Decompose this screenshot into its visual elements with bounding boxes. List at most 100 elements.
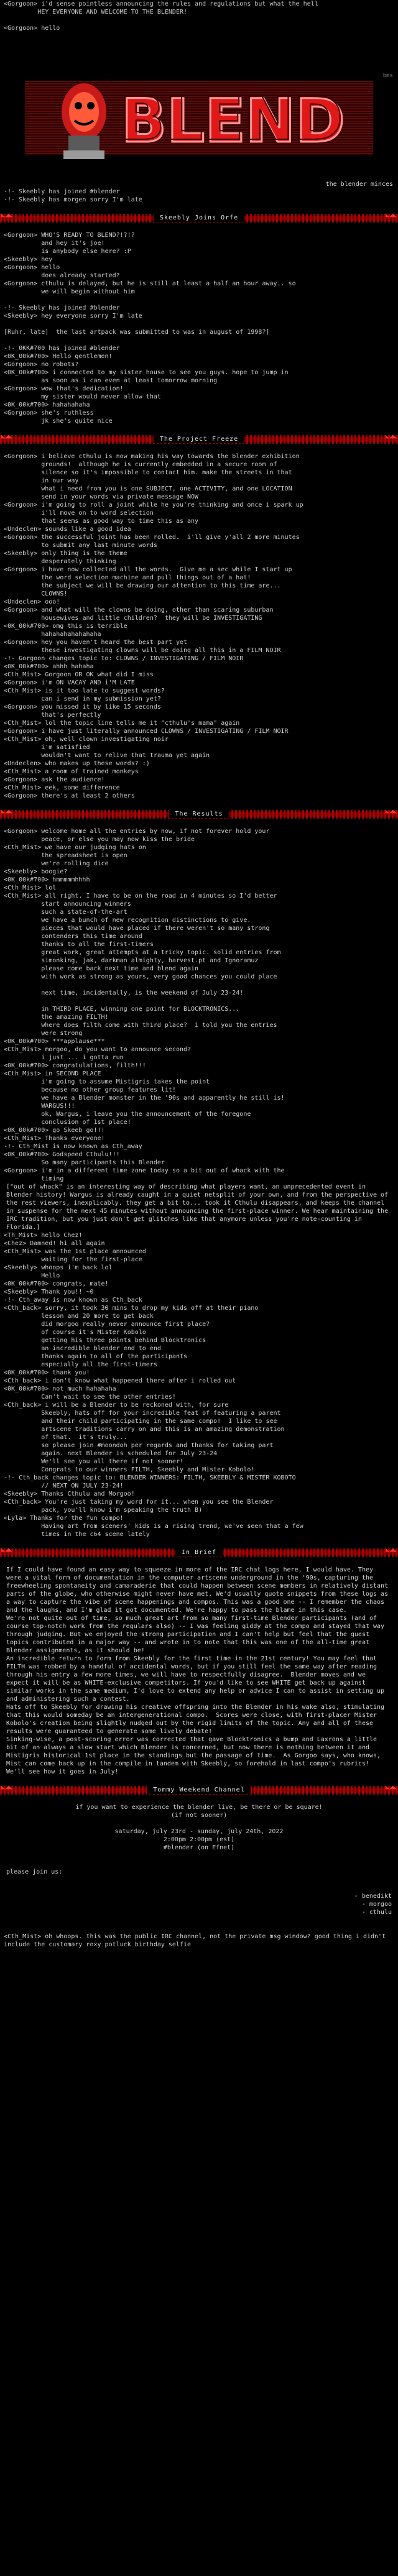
chat-line: <Gorgoon> she's ruthless [4,410,94,416]
blender-logo: BLEND BLEND [25,81,373,159]
chat-line: in THIRD PLACE, winning one point for BL… [4,1006,240,1013]
chat-line: <0K_00k#700> omg this is terrible [4,623,127,630]
corner-tag: bms [382,73,393,79]
intro-log: <Gorgoon> i'd sense pointless announcing… [0,0,398,32]
chat-line: i just ... i gotta run [4,1054,124,1061]
chat-line: timing [4,1175,64,1182]
section-title: In Brief [175,1548,223,1557]
chat-line: i'm going to assume Mistigris takes the … [4,1079,210,1085]
section-banner: ◣◢◣ ◣◢◣ The Project Freeze [0,431,398,448]
chat-line: we're rolling dice [4,860,109,867]
chat-line: and their child participating in the sam… [4,1418,277,1425]
schedule-line: 2:00pm 2:00pm (est) [163,1836,235,1843]
chat-line: start announcing winners [4,901,131,908]
chat-line: silence so it's impossible to contact hi… [4,469,292,476]
chat-line: <Gorgoon> hello [4,264,60,271]
brief-paragraph: Sinking-wise, a post-scoring error was c… [6,1736,385,1775]
chat-line: <Gorgoon> ask the audience! [4,776,105,783]
chat-line: <0K_00k#700> Hello gentlemen! [4,353,113,360]
schedule-line: if you want to experience the blender li… [75,1804,323,1811]
intro-line [4,16,394,24]
chat-line: <Gorgoon> i have now collected all the w… [4,566,292,573]
chat-line: i'm satisfied [4,744,90,751]
chat-line: <0K_00k#700> hahahahaha [4,402,90,408]
next-blender-info: if you want to experience the blender li… [0,1803,398,1852]
chat-line: <0K_00k#700> ***applause*** [4,1038,105,1045]
chat-line: <Gorgoon> i believe cthulu is now making… [4,453,300,460]
chat-line: -!- Skeebly has joined #blender [4,305,120,311]
chat-line: where does filth come with third place? … [4,1022,277,1029]
chat-line: <Cth_Mist> oh, well clown investigating … [4,736,169,743]
brief-paragraphs: If I could have found an easy way to squ… [0,1566,398,1776]
chat-line: getting his three points behind Blocktro… [4,1337,206,1344]
chat-line [4,320,394,328]
schedule-line: (if not sooner) [170,1812,228,1819]
chat-line: great work, great attempts at a tricky t… [4,949,281,956]
chat-line: <0K_00k#700> go Skeeb go!!! [4,1127,105,1134]
chat-line: next time, incidentally, is the weekend … [4,990,244,996]
chat-line: <Undeclen> who makes up these words? :) [4,760,150,767]
chat-line: pack, you'll know i'm speaking the truth… [4,1507,203,1514]
chat-line: as soon as i can even at least tomorrow … [4,377,218,384]
section-log: <Gorgoon> welcome home all the entries b… [0,827,398,1183]
intro-line: HEY EVERYONE AND WELCOME TO THE BLENDER! [4,9,188,16]
chat-line: <Gorgoon> and what will the clowns be do… [4,607,274,614]
credit-name: - benedikt [354,1893,392,1900]
schedule-line: #blender (on Efnet) [163,1844,235,1851]
chat-line: <Cth_Mist> Thanks everyone! [4,1135,105,1142]
chat-line: <0K_00k#700> not much hahahaha [4,1386,116,1392]
chat-line: an incredible blender end to end [4,1345,161,1352]
chat-line: Skeebly, hats off for your incredible fe… [4,1410,281,1417]
chat-line: grounds! although he is currently embedd… [4,461,277,468]
ornament-right-icon: ◣◢◣ [385,212,397,219]
chat-line: <Gorgoon> no robots? [4,361,79,368]
schedule-line [0,1819,398,1828]
chat-line: <Cth_back> i don't know what happened th… [4,1378,236,1384]
chat-line: <Skeebly> Thank you!! ~0 [4,1289,94,1295]
chat-line: ok, Wargus, i leave you the announcement… [4,1111,251,1118]
section-title: The Results [169,810,229,818]
section-banner-in-brief: ◣◢◣ In Brief ◣◢◣ [0,1545,398,1561]
chat-line: housewives and little children? they wil… [4,615,262,622]
chat-line: <Skeebly> hey everyone sorry I'm late [4,313,142,320]
ornament-right-icon: ◣◢◣ [385,1784,397,1791]
chat-line: so please join #moondoh per regards and … [4,1442,274,1449]
chat-line: is anybody else here? :P [4,248,131,255]
ornament-left-icon: ◣◢◣ [1,1784,13,1791]
section-banner-next: ◣◢◣ Tommy Weekend Channel ◣◢◣ [0,1782,398,1798]
chat-line: thanks again to all of the participants [4,1353,188,1360]
chat-line: <0K_00k#700> hmmmmmhhhh [4,876,90,883]
join-us-label: please join us: [6,1869,63,1875]
chat-line: <Gorgoon> you missed it by like 15 secon… [4,704,161,711]
chat-line [4,336,394,344]
chat-line: what i need from you is one SUBJECT, one… [4,485,292,492]
chat-line: Can't wait to see the other entries! [4,1394,176,1401]
chat-line: <Gorgoon> i'm in a different time zone t… [4,1167,285,1174]
chat-line: Having art from sceners' kids is a risin… [4,1523,303,1530]
chat-line: with work as strong as yours, very good … [4,973,277,980]
chat-line: <Cth_Mist> eek, some difference [4,784,120,791]
chat-line: and hey it's joe! [4,240,105,247]
chat-line: i'll move on to word selection [4,510,154,517]
ornament-left-icon: ◣◢◣ [1,1547,13,1553]
chat-line: <0K_00k#700> Godspeed Cthulu!!! [4,1151,120,1158]
chat-line: <Gorgoon> i'm going to roll a joint whil… [4,502,303,508]
chat-line: <Gorgoon> hey you haven't heard the best… [4,639,188,646]
section-title: Tommy Weekend Channel [147,1786,251,1794]
chat-line: pieces that would have placed if there w… [4,925,270,932]
chat-line: times in the c64 scene lately [4,1531,150,1538]
chat-line: <Cth_Mist> a room of trained monkeys [4,768,139,775]
chat-line: <Cth_back> sorry, it took 30 mins to dro… [4,1305,259,1312]
chat-line [4,296,394,304]
chat-line: desperately thinking [4,558,116,565]
chat-line: wouldn't want to relive that trauma yet … [4,752,210,759]
chat-line: did morgoo really never announce first p… [4,1321,210,1328]
ornament-left-icon: ◣◢◣ [1,808,13,815]
chat-line: <Cth_Mist> we have our judging hats on [4,844,146,851]
footer-log: <Cth_Mist> oh whoops. this was the publi… [4,1933,390,1948]
chat-line: especially all the first-timers [4,1361,157,1368]
chat-line: we have a bunch of new recognition disti… [4,917,251,924]
chat-line: <Skeebly> whoops i'm back lol [4,1264,113,1271]
chat-line: <Cth_back> i will be a Blender to be rec… [4,1402,229,1409]
chat-line: <Gorgoon> i'm ON VACAY AND i'M LATE [4,679,135,686]
